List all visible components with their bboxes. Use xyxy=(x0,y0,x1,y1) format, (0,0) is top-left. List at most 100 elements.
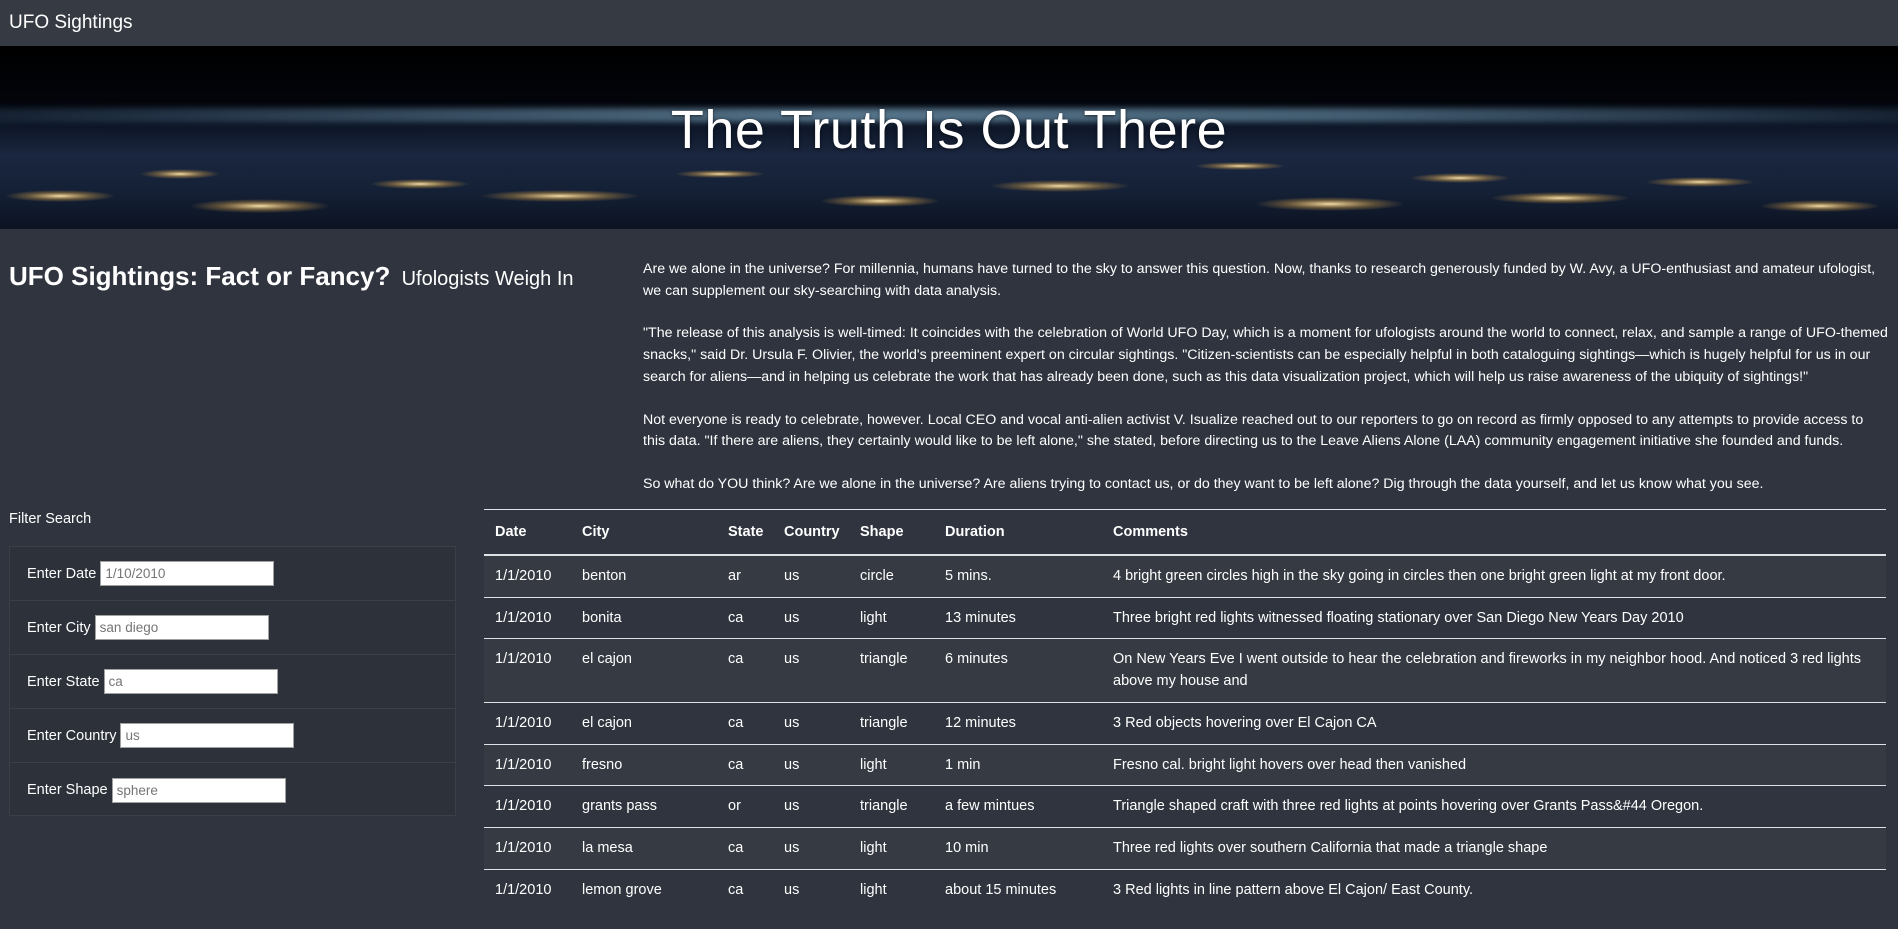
cell-comments: 3 Red lights in line pattern above El Ca… xyxy=(1102,868,1886,911)
city-filter-label: Enter City xyxy=(27,619,91,636)
cell-shape: light xyxy=(849,868,934,911)
column-header-date: Date xyxy=(484,509,571,556)
cell-shape: triangle xyxy=(849,701,934,745)
cell-country: us xyxy=(773,826,849,870)
cell-comments: 4 bright green circles high in the sky g… xyxy=(1102,554,1886,598)
page-subheading: Ufologists Weigh In xyxy=(401,268,574,290)
cell-date: 1/1/2010 xyxy=(484,826,571,870)
cell-comments: Three red lights over southern Californi… xyxy=(1102,826,1886,870)
table-row: 1/1/2010 la mesa ca us light 10 min Thre… xyxy=(484,826,1886,870)
article-paragraph: "The release of this analysis is well-ti… xyxy=(643,325,1888,385)
filter-item-country: Enter Country xyxy=(10,709,455,763)
cell-shape: circle xyxy=(849,554,934,598)
filter-item-city: Enter City xyxy=(10,601,455,655)
hero-title: The Truth Is Out There xyxy=(670,100,1228,160)
cell-state: ca xyxy=(717,701,773,745)
article-paragraph: Not everyone is ready to celebrate, howe… xyxy=(643,411,1864,450)
cell-state: ca xyxy=(717,826,773,870)
cell-city: benton xyxy=(571,554,717,598)
state-input[interactable] xyxy=(103,669,278,694)
cell-state: ca xyxy=(717,638,773,703)
table-row: 1/1/2010 grants pass or us triangle a fe… xyxy=(484,785,1886,828)
article-paragraph: So what do YOU think? Are we alone in th… xyxy=(643,475,1764,492)
page-heading: UFO Sightings: Fact or Fancy? Ufologists… xyxy=(9,261,574,292)
cell-date: 1/1/2010 xyxy=(484,638,571,703)
shape-filter-label: Enter Shape xyxy=(27,782,108,798)
cell-country: us xyxy=(773,868,849,911)
column-header-city: City xyxy=(571,509,717,556)
table-header: Date City State Country Shape Duration C… xyxy=(484,509,1886,556)
cell-country: us xyxy=(773,638,849,703)
cell-country: us xyxy=(773,743,849,786)
column-header-state: State xyxy=(717,509,773,556)
cell-shape: light xyxy=(849,826,934,870)
cell-city: el cajon xyxy=(571,701,717,745)
date-filter-label: Enter Date xyxy=(27,565,97,582)
cell-duration: about 15 minutes xyxy=(934,868,1102,911)
cell-state: ca xyxy=(717,596,773,639)
cell-state: ca xyxy=(717,743,773,786)
table-row: 1/1/2010 el cajon ca us triangle 12 minu… xyxy=(484,701,1886,745)
cell-city: grants pass xyxy=(571,785,717,828)
cell-city: lemon grove xyxy=(571,868,717,911)
cell-state: ar xyxy=(717,554,773,598)
table-body: 1/1/2010 benton ar us circle 5 mins. 4 b… xyxy=(484,554,1886,911)
state-filter-label: Enter State xyxy=(27,673,100,690)
cell-country: us xyxy=(773,596,849,639)
hero-banner: The Truth Is Out There xyxy=(0,46,1898,229)
table-row: 1/1/2010 bonita ca us light 13 minutes T… xyxy=(484,596,1886,639)
navbar-brand[interactable]: UFO Sightings xyxy=(9,12,133,34)
cell-state: ca xyxy=(717,868,773,911)
ufo-table: Date City State Country Shape Duration C… xyxy=(484,509,1886,911)
country-input[interactable] xyxy=(120,723,295,748)
table-row: 1/1/2010 lemon grove ca us light about 1… xyxy=(484,868,1886,911)
column-header-duration: Duration xyxy=(934,509,1102,556)
cell-duration: 1 min xyxy=(934,743,1102,786)
country-filter-label: Enter Country xyxy=(27,727,117,744)
cell-duration: 10 min xyxy=(934,826,1102,870)
column-header-shape: Shape xyxy=(849,509,934,556)
cell-date: 1/1/2010 xyxy=(484,743,571,786)
filter-item-state: Enter State xyxy=(10,655,455,709)
cell-country: us xyxy=(773,554,849,598)
cell-comments: Fresno cal. bright light hovers over hea… xyxy=(1102,743,1886,786)
cell-date: 1/1/2010 xyxy=(484,596,571,639)
filter-list: Enter Date Enter City Enter State Enter … xyxy=(9,546,456,816)
date-input[interactable] xyxy=(100,561,275,586)
shape-input[interactable] xyxy=(111,777,286,803)
column-header-comments: Comments xyxy=(1102,509,1886,556)
cell-city: la mesa xyxy=(571,826,717,870)
cell-comments: Triangle shaped craft with three red lig… xyxy=(1102,785,1886,828)
cell-comments: 3 Red objects hovering over El Cajon CA xyxy=(1102,701,1886,745)
filter-item-date: Enter Date xyxy=(10,547,455,601)
cell-state: or xyxy=(717,785,773,828)
table-row: 1/1/2010 el cajon ca us triangle 6 minut… xyxy=(484,638,1886,703)
cell-duration: 12 minutes xyxy=(934,701,1102,745)
cell-country: us xyxy=(773,701,849,745)
cell-shape: triangle xyxy=(849,785,934,828)
cell-date: 1/1/2010 xyxy=(484,701,571,745)
cell-city: fresno xyxy=(571,743,717,786)
filter-search-title: Filter Search xyxy=(9,511,92,527)
article-paragraph: Are we alone in the universe? For millen… xyxy=(643,261,1876,299)
cell-city: bonita xyxy=(571,596,717,639)
cell-duration: a few mintues xyxy=(934,785,1102,828)
cell-comments: On New Years Eve I went outside to hear … xyxy=(1102,638,1886,703)
cell-shape: light xyxy=(849,743,934,786)
cell-city: el cajon xyxy=(571,638,717,703)
filter-item-shape: Enter Shape xyxy=(10,763,455,817)
article-text: Are we alone in the universe? For millen… xyxy=(643,259,1889,517)
cell-date: 1/1/2010 xyxy=(484,785,571,828)
cell-date: 1/1/2010 xyxy=(484,554,571,598)
cell-duration: 6 minutes xyxy=(934,638,1102,703)
heading-text: UFO Sightings: Fact or Fancy? xyxy=(9,261,391,291)
navbar: UFO Sightings xyxy=(0,0,1898,46)
cell-shape: triangle xyxy=(849,638,934,703)
table-row: 1/1/2010 fresno ca us light 1 min Fresno… xyxy=(484,743,1886,786)
city-input[interactable] xyxy=(94,615,269,640)
header-row: Date City State Country Shape Duration C… xyxy=(484,509,1886,556)
intro-section: UFO Sightings: Fact or Fancy? Ufologists… xyxy=(0,229,1898,509)
cell-duration: 13 minutes xyxy=(934,596,1102,639)
column-header-country: Country xyxy=(773,509,849,556)
cell-date: 1/1/2010 xyxy=(484,868,571,911)
